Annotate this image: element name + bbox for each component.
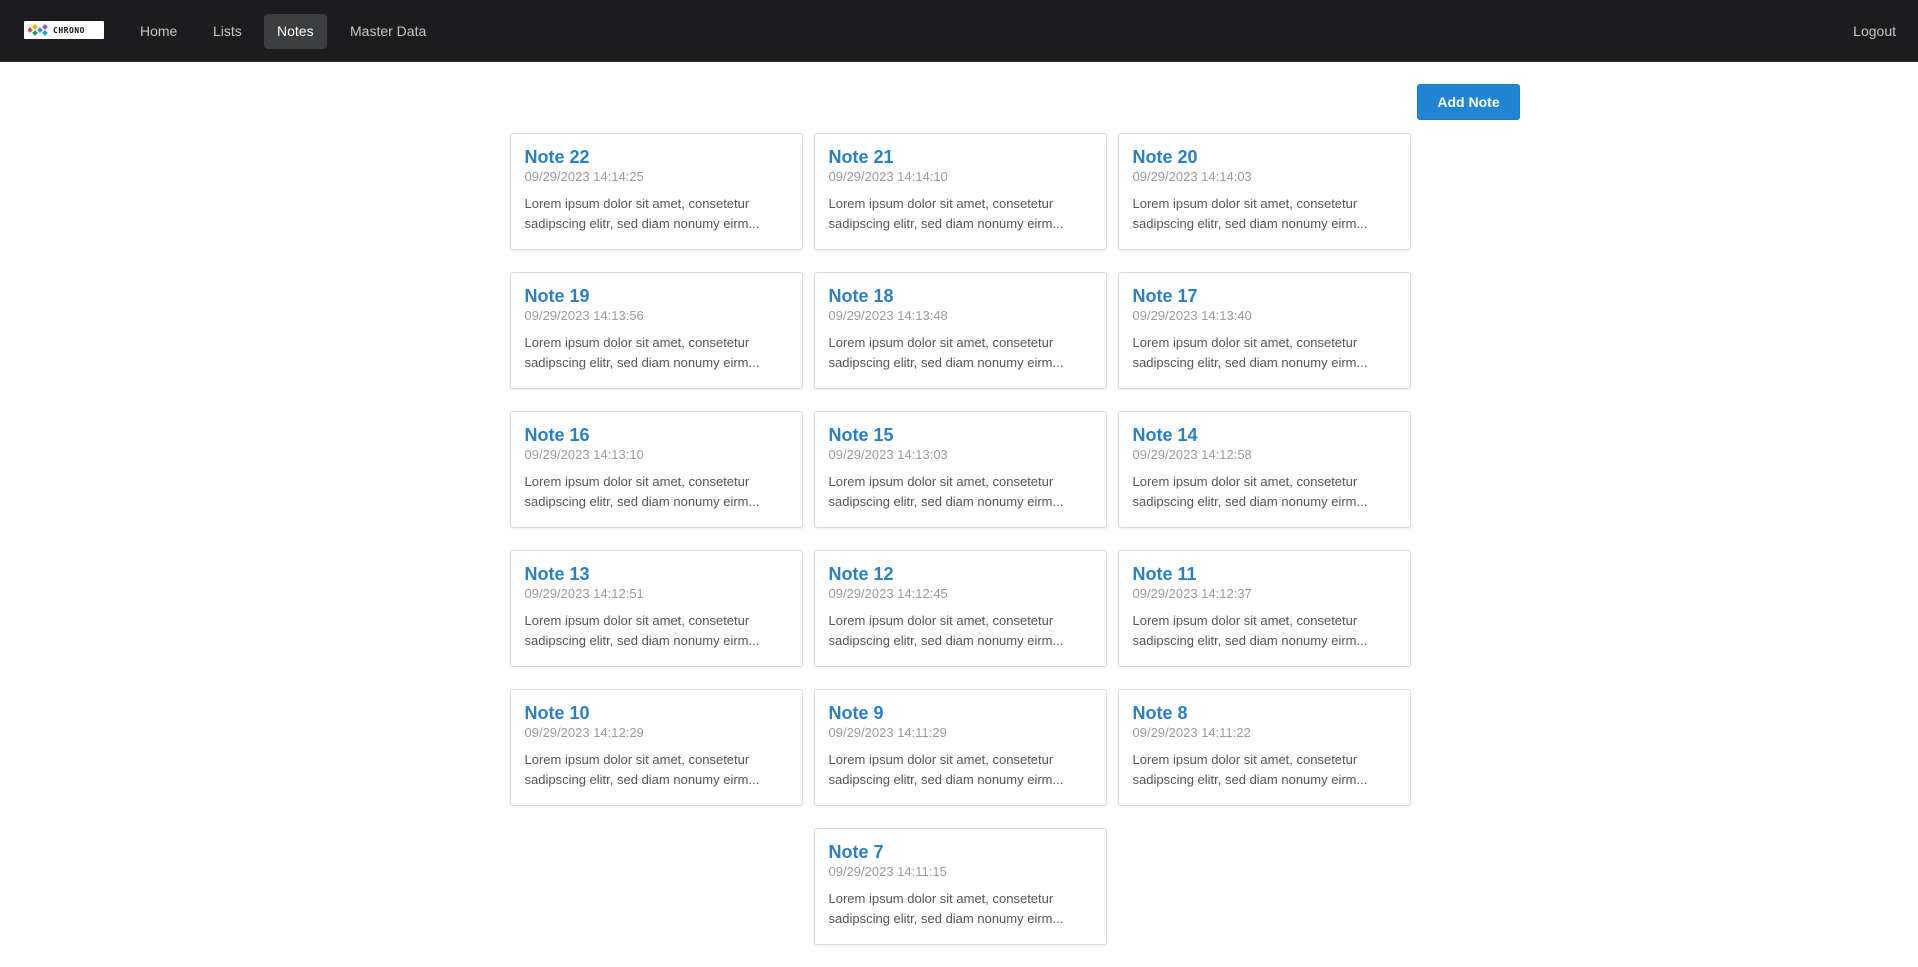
note-title[interactable]: Note 13 <box>525 563 788 585</box>
logo-mark-icon <box>28 24 48 36</box>
note-date: 09/29/2023 14:13:10 <box>524 447 644 462</box>
note-date: 09/29/2023 14:12:58 <box>1132 447 1252 462</box>
note-card[interactable]: Note 22 09/29/2023 14:14:25 Lorem ipsum do… <box>509 133 803 250</box>
note-excerpt: Lorem ipsum dolor sit amet, consetetur s… <box>524 752 760 787</box>
note-card[interactable]: Note 21 09/29/2023 14:14:10 Lorem ipsum do… <box>813 133 1107 250</box>
chrono-logo[interactable]: CHRONO <box>24 21 104 39</box>
note-card[interactable]: Note 18 09/29/2023 14:13:48 Lorem ipsum do… <box>813 272 1107 389</box>
note-card[interactable]: Note 19 09/29/2023 14:13:56 Lorem ipsum do… <box>509 272 803 389</box>
note-title[interactable]: Note 10 <box>525 702 788 724</box>
note-excerpt: Lorem ipsum dolor sit amet, consetetur s… <box>1132 196 1368 231</box>
note-card[interactable]: Note 12 09/29/2023 14:12:45 Lorem ipsum do… <box>813 550 1107 667</box>
note-excerpt: Lorem ipsum dolor sit amet, consetetur s… <box>524 474 760 509</box>
note-title[interactable]: Note 18 <box>829 285 1092 307</box>
note-excerpt: Lorem ipsum dolor sit amet, consetetur s… <box>828 196 1064 231</box>
note-card[interactable]: Note 15 09/29/2023 14:13:03 Lorem ipsum do… <box>813 411 1107 528</box>
note-date: 09/29/2023 14:14:25 <box>524 169 644 184</box>
note-card[interactable]: Note 17 09/29/2023 14:13:40 Lorem ipsum do… <box>1117 272 1411 389</box>
note-date: 09/29/2023 14:11:29 <box>828 725 947 740</box>
note-excerpt: Lorem ipsum dolor sit amet, consetetur s… <box>524 613 760 648</box>
note-excerpt: Lorem ipsum dolor sit amet, consetetur s… <box>828 474 1064 509</box>
note-date: 09/29/2023 14:11:22 <box>1132 725 1251 740</box>
note-date: 09/29/2023 14:13:48 <box>828 308 948 323</box>
note-date: 09/29/2023 14:13:56 <box>524 308 644 323</box>
note-title[interactable]: Note 8 <box>1133 702 1396 724</box>
note-card[interactable]: Note 11 09/29/2023 14:12:37 Lorem ipsum do… <box>1117 550 1411 667</box>
note-card[interactable]: Note 9 09/29/2023 14:11:29 Lorem ipsum dol… <box>813 689 1107 806</box>
note-date: 09/29/2023 14:11:15 <box>828 864 947 879</box>
note-excerpt: Lorem ipsum dolor sit amet, consetetur s… <box>1132 335 1368 370</box>
note-excerpt: Lorem ipsum dolor sit amet, consetetur s… <box>828 613 1064 648</box>
notes-grid: Note 22 09/29/2023 14:14:25 Lorem ipsum do… <box>509 133 1411 945</box>
nav-item-master-data[interactable]: Master Data <box>337 14 439 49</box>
top-navbar: CHRONO Home Lists Notes Master Data Logo… <box>0 0 1918 62</box>
note-card[interactable]: Note 14 09/29/2023 14:12:58 Lorem ipsum do… <box>1117 411 1411 528</box>
note-title[interactable]: Note 12 <box>829 563 1092 585</box>
note-title[interactable]: Note 15 <box>829 424 1092 446</box>
note-title[interactable]: Note 9 <box>829 702 1092 724</box>
note-card[interactable]: Note 8 09/29/2023 14:11:22 Lorem ipsum dol… <box>1117 689 1411 806</box>
note-excerpt: Lorem ipsum dolor sit amet, consetetur s… <box>828 752 1064 787</box>
note-card[interactable]: Note 20 09/29/2023 14:14:03 Lorem ipsum do… <box>1117 133 1411 250</box>
note-card[interactable]: Note 7 09/29/2023 14:11:15 Lorem ipsum dol… <box>813 828 1107 945</box>
note-title[interactable]: Note 17 <box>1133 285 1396 307</box>
note-excerpt: Lorem ipsum dolor sit amet, consetetur s… <box>1132 752 1368 787</box>
note-date: 09/29/2023 14:13:03 <box>828 447 948 462</box>
note-date: 09/29/2023 14:12:37 <box>1132 586 1252 601</box>
note-title[interactable]: Note 14 <box>1133 424 1396 446</box>
note-title[interactable]: Note 22 <box>525 146 788 168</box>
logout-link[interactable]: Logout <box>1853 14 1896 49</box>
note-date: 09/29/2023 14:14:03 <box>1132 169 1252 184</box>
note-date: 09/29/2023 14:12:51 <box>524 586 644 601</box>
note-title[interactable]: Note 7 <box>829 841 1092 863</box>
note-card[interactable]: Note 10 09/29/2023 14:12:29 Lorem ipsum do… <box>509 689 803 806</box>
note-title[interactable]: Note 11 <box>1133 563 1396 585</box>
note-excerpt: Lorem ipsum dolor sit amet, consetetur s… <box>524 196 760 231</box>
nav-item-notes[interactable]: Notes <box>264 14 327 49</box>
note-date: 09/29/2023 14:12:29 <box>524 725 644 740</box>
note-title[interactable]: Note 16 <box>525 424 788 446</box>
note-excerpt: Lorem ipsum dolor sit amet, consetetur s… <box>1132 613 1368 648</box>
note-date: 09/29/2023 14:12:45 <box>828 586 948 601</box>
note-title[interactable]: Note 21 <box>829 146 1092 168</box>
note-excerpt: Lorem ipsum dolor sit amet, consetetur s… <box>1132 474 1368 509</box>
note-excerpt: Lorem ipsum dolor sit amet, consetetur s… <box>524 335 760 370</box>
note-card[interactable]: Note 13 09/29/2023 14:12:51 Lorem ipsum do… <box>509 550 803 667</box>
nav-item-lists[interactable]: Lists <box>200 14 255 49</box>
add-note-button[interactable]: Add Note <box>1417 84 1520 120</box>
note-excerpt: Lorem ipsum dolor sit amet, consetetur s… <box>828 335 1064 370</box>
note-title[interactable]: Note 20 <box>1133 146 1396 168</box>
nav-item-home[interactable]: Home <box>127 14 190 49</box>
note-card[interactable]: Note 16 09/29/2023 14:13:10 Lorem ipsum do… <box>509 411 803 528</box>
note-excerpt: Lorem ipsum dolor sit amet, consetetur s… <box>828 891 1064 926</box>
note-date: 09/29/2023 14:13:40 <box>1132 308 1252 323</box>
logo-text: CHRONO <box>53 25 85 35</box>
note-title[interactable]: Note 19 <box>525 285 788 307</box>
note-date: 09/29/2023 14:14:10 <box>828 169 948 184</box>
